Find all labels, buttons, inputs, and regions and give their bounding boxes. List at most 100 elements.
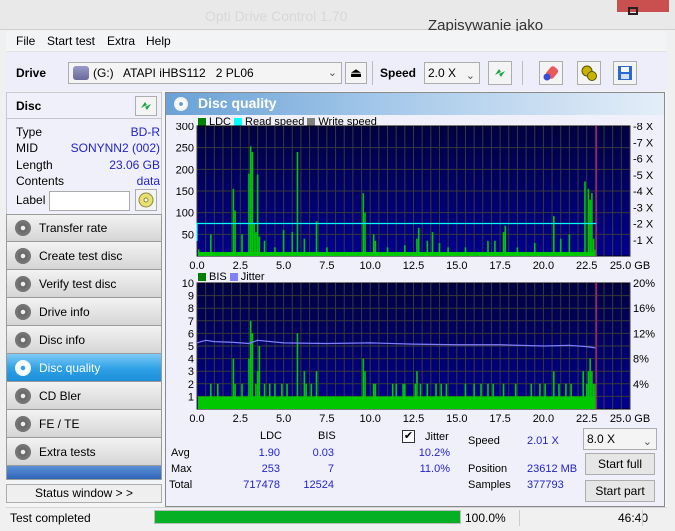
ldc-bar bbox=[210, 234, 212, 256]
bis-bar bbox=[241, 383, 243, 409]
nav-label: Verify test disc bbox=[39, 276, 117, 291]
bis-bar bbox=[587, 371, 590, 409]
chevron-down-icon: ⌄ bbox=[465, 70, 475, 82]
mid-value: SONYNN2 (002) bbox=[70, 141, 160, 155]
bis-bar bbox=[480, 383, 482, 409]
eject-button[interactable]: ⏏ bbox=[345, 62, 367, 84]
transfer-rate-icon bbox=[15, 220, 31, 236]
bis-bar bbox=[274, 383, 276, 409]
eject-icon: ⏏ bbox=[349, 65, 363, 80]
nav-cd-bler[interactable]: CD Bler bbox=[6, 382, 162, 410]
disc-label-button[interactable] bbox=[135, 189, 157, 211]
bis-bar bbox=[234, 383, 236, 409]
speed-select[interactable]: 2.0 X ⌄ bbox=[424, 62, 480, 84]
nav-transfer-rate[interactable]: Transfer rate bbox=[6, 214, 162, 242]
col-bis: BIS bbox=[318, 430, 336, 442]
bis-bar bbox=[249, 320, 252, 409]
bis-bar bbox=[248, 358, 250, 409]
left-panel: Disc Type BD-R MID SONYNN2 (002) Length 23.… bbox=[6, 92, 162, 507]
bis-bar bbox=[473, 383, 475, 409]
bis-bar bbox=[286, 383, 288, 409]
test-speed-select[interactable]: 8.0 X ⌄ bbox=[583, 428, 657, 450]
ldc-bar bbox=[426, 240, 429, 256]
ldc-bar bbox=[447, 247, 449, 256]
y-tick-label: 250 bbox=[176, 143, 194, 155]
y-tick-label: 4 bbox=[188, 354, 194, 366]
nav-extra-tests[interactable]: Extra tests bbox=[6, 438, 162, 466]
drive-select[interactable]: (G:) ATAPI iHBS112 2 PL06 ⌄ bbox=[68, 62, 342, 84]
bis-bar bbox=[464, 383, 467, 409]
bis-bar bbox=[263, 383, 266, 409]
bis-bar bbox=[440, 383, 443, 409]
y-tick-label: 10 bbox=[182, 279, 194, 290]
menu-start-test[interactable]: Start test bbox=[47, 34, 95, 48]
close-button[interactable] bbox=[617, 0, 669, 12]
speed-label: Speed bbox=[468, 435, 500, 447]
nav-create-test-disc[interactable]: Create test disc bbox=[6, 242, 162, 270]
status-bar: Test completed 100.0% 46:40 bbox=[6, 507, 667, 531]
toolbar-divider bbox=[372, 61, 373, 85]
nav-disc-info[interactable]: Disc info bbox=[6, 326, 162, 354]
ldc-bar bbox=[303, 238, 306, 256]
bis-bar bbox=[395, 383, 397, 409]
ldc-bar bbox=[364, 212, 366, 256]
x-tick-label: 12.5 bbox=[403, 413, 424, 424]
bis-bar bbox=[362, 358, 365, 409]
x-tick-label: 20.0 bbox=[533, 260, 554, 272]
bis-bar bbox=[255, 383, 257, 409]
x-tick-label: 17.5 bbox=[489, 413, 510, 424]
test-nav: Transfer rate Create test disc Verify te… bbox=[6, 214, 162, 480]
ldc-bar bbox=[197, 249, 200, 256]
jitter-checkbox[interactable]: ✔ bbox=[402, 430, 415, 443]
nav-label: Disc quality bbox=[39, 360, 101, 375]
disc-label-input[interactable] bbox=[49, 191, 130, 211]
ldc-bar bbox=[251, 152, 254, 256]
menu-file[interactable]: File bbox=[16, 34, 35, 48]
nav-label: Transfer rate bbox=[39, 221, 108, 235]
ldc-bar bbox=[315, 221, 318, 256]
samples-label: Samples bbox=[468, 479, 511, 491]
ldc-bar bbox=[282, 230, 285, 256]
bis-bar bbox=[419, 383, 422, 409]
save-button[interactable] bbox=[613, 61, 637, 85]
refresh-button[interactable] bbox=[488, 61, 512, 85]
max-label: Max bbox=[171, 463, 192, 475]
settings-button[interactable] bbox=[577, 61, 601, 85]
ldc-bar bbox=[568, 234, 571, 256]
erase-button[interactable] bbox=[539, 61, 563, 85]
panel-header: Disc quality bbox=[166, 93, 664, 115]
x-tick-label: 2.5 bbox=[233, 413, 248, 424]
bis-bar bbox=[404, 383, 406, 409]
y2-tick-label: 12% bbox=[633, 328, 655, 340]
ldc-bar bbox=[263, 240, 266, 256]
disc-refresh-button[interactable] bbox=[135, 96, 157, 116]
col-ldc: LDC bbox=[260, 430, 283, 442]
maximize-icon[interactable] bbox=[628, 7, 638, 15]
y-tick-label: 300 bbox=[176, 123, 194, 133]
status-window-button[interactable]: Status window > > bbox=[6, 484, 162, 503]
bis-bar bbox=[256, 371, 259, 409]
max-jitter: 11.0% bbox=[419, 463, 450, 475]
start-part-button[interactable]: Start part bbox=[585, 480, 655, 502]
nav-drive-info[interactable]: Drive info bbox=[6, 298, 162, 326]
length-value: 23.06 GB bbox=[109, 158, 160, 172]
avg-ldc: 1.90 bbox=[258, 447, 280, 459]
status-text: Test completed bbox=[10, 511, 91, 525]
speed-label: Speed bbox=[380, 66, 417, 80]
y2-tick-label: -1 X bbox=[633, 235, 654, 247]
contents-label: Contents bbox=[16, 174, 65, 188]
y-tick-label: 8 bbox=[188, 303, 194, 315]
type-value: BD-R bbox=[130, 125, 160, 139]
nav-disc-quality[interactable]: Disc quality bbox=[6, 354, 162, 382]
ldc-bar bbox=[416, 238, 418, 256]
y-tick-label: 2 bbox=[188, 379, 194, 391]
menu-extra[interactable]: Extra bbox=[107, 34, 135, 48]
nav-fe-te[interactable]: FE / TE bbox=[6, 410, 162, 438]
bis-bar bbox=[544, 383, 546, 409]
menu-help[interactable]: Help bbox=[146, 34, 171, 48]
nav-verify-test-disc[interactable]: Verify test disc bbox=[6, 270, 162, 298]
cd-bler-icon bbox=[15, 387, 31, 404]
chevron-down-icon: ⌄ bbox=[642, 436, 652, 448]
start-full-button[interactable]: Start full bbox=[585, 453, 655, 475]
bis-bar bbox=[492, 383, 494, 409]
